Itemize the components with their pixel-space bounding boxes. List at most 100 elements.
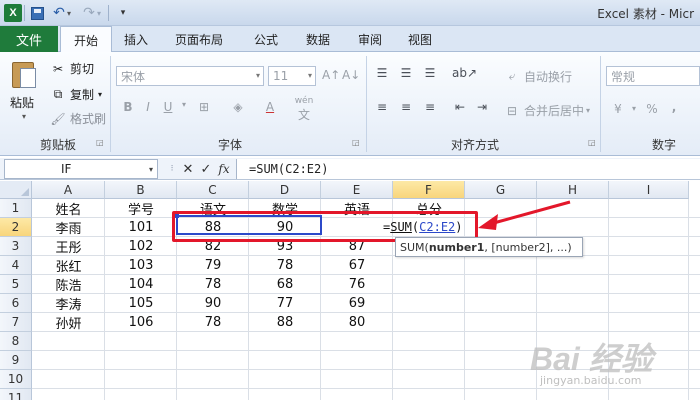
align-right-icon[interactable]: ≡ [422, 100, 438, 114]
currency-icon[interactable]: ¥ [610, 102, 626, 116]
font-name-select[interactable]: 宋体 ▾ [116, 66, 264, 86]
row-header-9[interactable]: 9 [0, 351, 32, 370]
align-left-icon[interactable]: ≡ [374, 100, 390, 114]
cell-b4[interactable]: 103 [105, 256, 177, 275]
alignment-launcher-icon[interactable]: ◲ [588, 138, 596, 147]
cell-c5[interactable]: 78 [177, 275, 249, 294]
cell-c7[interactable]: 78 [177, 313, 249, 332]
cell-a3[interactable]: 王彤 [32, 237, 105, 256]
cell-d6[interactable]: 77 [249, 294, 321, 313]
align-bottom-icon[interactable]: ☰ [422, 66, 438, 80]
cell-a1[interactable]: 姓名 [32, 199, 105, 218]
phonetic-button[interactable]: wén [292, 96, 316, 106]
tab-file[interactable]: 文件 [0, 26, 58, 52]
copy-button[interactable]: ⧉ 复制 ▾ [50, 86, 102, 103]
wrap-text-button[interactable]: ⤶ 自动换行 [504, 68, 572, 85]
cell-b7[interactable]: 106 [105, 313, 177, 332]
row-header-10[interactable]: 10 [0, 370, 32, 389]
column-header-i[interactable]: I [609, 181, 689, 199]
italic-button[interactable]: I [140, 100, 156, 114]
decrease-indent-icon[interactable]: ⇤ [452, 100, 468, 114]
customize-menu-icon[interactable]: ▾ [114, 4, 132, 22]
cell-b5[interactable]: 104 [105, 275, 177, 294]
tab-review[interactable]: 审阅 [348, 26, 392, 52]
select-all-button[interactable] [0, 181, 32, 199]
fill-color-icon[interactable]: ◈ [230, 100, 246, 114]
clipboard-launcher-icon[interactable]: ◲ [96, 138, 104, 147]
paste-button[interactable]: 粘贴 [10, 94, 34, 111]
orientation-icon[interactable]: ab↗ [452, 66, 477, 80]
number-format-select[interactable]: 常规 [606, 66, 700, 86]
cell-b3[interactable]: 102 [105, 237, 177, 256]
column-header-f[interactable]: F [393, 181, 465, 199]
cell-d7[interactable]: 88 [249, 313, 321, 332]
save-icon[interactable] [28, 4, 46, 22]
tab-home[interactable]: 开始 [60, 26, 112, 53]
enter-icon[interactable]: ✓ [198, 160, 214, 178]
currency-dropdown-icon[interactable]: ▾ [626, 104, 642, 113]
cell-b2[interactable]: 101 [105, 218, 177, 237]
cancel-icon[interactable]: ✕ [180, 160, 196, 178]
row-header-8[interactable]: 8 [0, 332, 32, 351]
align-top-icon[interactable]: ☰ [374, 66, 390, 80]
cell-a5[interactable]: 陈浩 [32, 275, 105, 294]
cell-e6[interactable]: 69 [321, 294, 393, 313]
row-header-7[interactable]: 7 [0, 313, 32, 332]
align-center-icon[interactable]: ≡ [398, 100, 414, 114]
name-box[interactable]: IF ▾ [4, 159, 158, 179]
tab-page-layout[interactable]: 页面布局 [164, 26, 234, 52]
row-header-5[interactable]: 5 [0, 275, 32, 294]
row-header-2[interactable]: 2 [0, 218, 32, 237]
tab-formulas[interactable]: 公式 [244, 26, 288, 52]
cell-e4[interactable]: 67 [321, 256, 393, 275]
column-header-a[interactable]: A [32, 181, 105, 199]
column-header-d[interactable]: D [249, 181, 321, 199]
undo-dropdown-icon[interactable]: ▾ [64, 4, 74, 22]
cell-c4[interactable]: 79 [177, 256, 249, 275]
tab-view[interactable]: 视图 [398, 26, 442, 52]
redo-dropdown-icon[interactable]: ▾ [94, 4, 104, 22]
cell-d5[interactable]: 68 [249, 275, 321, 294]
row-header-3[interactable]: 3 [0, 237, 32, 256]
font-size-select[interactable]: 11 ▾ [268, 66, 316, 86]
row-header-1[interactable]: 1 [0, 199, 32, 218]
row-header-6[interactable]: 6 [0, 294, 32, 313]
cell-e5[interactable]: 76 [321, 275, 393, 294]
cell-e7[interactable]: 80 [321, 313, 393, 332]
underline-dropdown-icon[interactable]: ▾ [176, 100, 192, 109]
paste-dropdown-icon[interactable]: ▾ [22, 112, 26, 121]
watermark-logo: Bai 经验 jingyan.baidu.com [530, 334, 690, 392]
cut-button[interactable]: ✂ 剪切 [50, 60, 94, 77]
cell-a2[interactable]: 李雨 [32, 218, 105, 237]
cell-d4[interactable]: 78 [249, 256, 321, 275]
cell-b1[interactable]: 学号 [105, 199, 177, 218]
insert-function-button[interactable]: fx [216, 160, 232, 178]
merge-center-button[interactable]: ⊟ 合并后居中 ▾ [504, 102, 590, 119]
tab-insert[interactable]: 插入 [114, 26, 158, 52]
tab-data[interactable]: 数据 [296, 26, 340, 52]
format-painter-button[interactable]: 🖌 格式刷 [50, 110, 106, 127]
cell-a6[interactable]: 李涛 [32, 294, 105, 313]
comma-button[interactable]: , [666, 100, 682, 114]
row-header-4[interactable]: 4 [0, 256, 32, 275]
shrink-font-icon[interactable]: A↓ [342, 68, 360, 82]
increase-indent-icon[interactable]: ⇥ [474, 100, 490, 114]
underline-button[interactable]: U [160, 100, 176, 114]
column-header-e[interactable]: E [321, 181, 393, 199]
percent-button[interactable]: % [644, 102, 660, 116]
font-launcher-icon[interactable]: ◲ [352, 138, 360, 147]
cell-a4[interactable]: 张红 [32, 256, 105, 275]
column-header-b[interactable]: B [105, 181, 177, 199]
column-header-c[interactable]: C [177, 181, 249, 199]
bold-button[interactable]: B [120, 100, 136, 114]
row-header-11[interactable]: 11 [0, 389, 32, 400]
align-middle-icon[interactable]: ☰ [398, 66, 414, 80]
formula-input[interactable]: =SUM(C2:E2) [236, 159, 700, 179]
font-color-button[interactable]: A [262, 100, 278, 114]
grow-font-icon[interactable]: A↑ [322, 68, 340, 82]
paste-icon[interactable] [10, 58, 38, 90]
cell-c6[interactable]: 90 [177, 294, 249, 313]
border-icon[interactable]: ⊞ [196, 100, 212, 114]
cell-a7[interactable]: 孙妍 [32, 313, 105, 332]
cell-b6[interactable]: 105 [105, 294, 177, 313]
